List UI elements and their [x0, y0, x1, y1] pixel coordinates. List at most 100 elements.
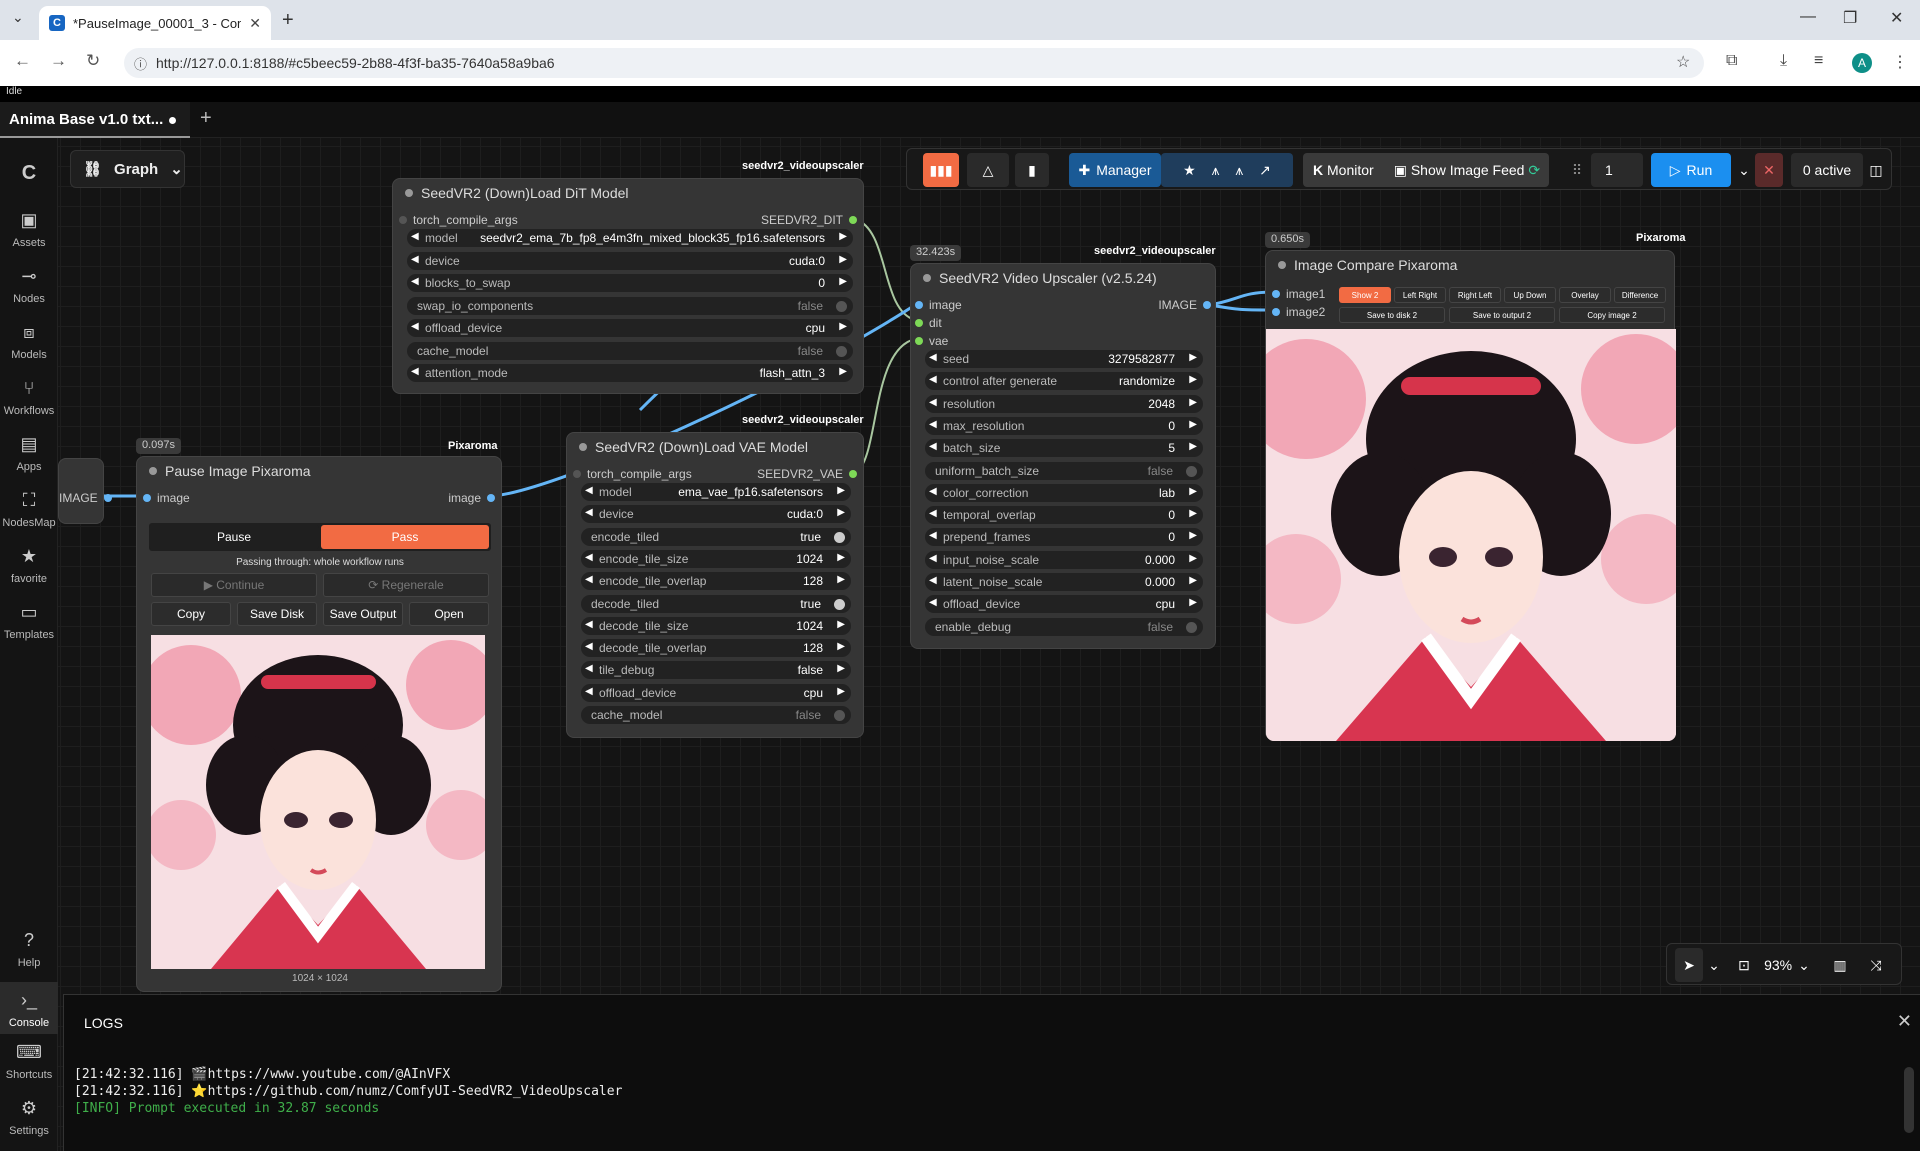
select-tool-icon[interactable]: ➤: [1675, 948, 1703, 982]
widget-cache-model[interactable]: cache_model false: [407, 341, 853, 360]
increment-icon[interactable]: ▶: [837, 663, 845, 674]
decrement-icon[interactable]: ◀: [585, 619, 593, 630]
decrement-icon[interactable]: ◀: [585, 507, 593, 518]
increment-icon[interactable]: ▶: [837, 619, 845, 630]
console-scrollbar[interactable]: [1904, 1067, 1914, 1133]
compare-input-image1[interactable]: image1: [1272, 287, 1325, 301]
increment-icon[interactable]: ▶: [1189, 374, 1197, 385]
compare-mode-difference[interactable]: Difference: [1614, 287, 1666, 303]
increment-icon[interactable]: ▶: [1189, 397, 1197, 408]
site-info-icon[interactable]: ⓘ: [134, 54, 147, 73]
compare-action-0[interactable]: Save to disk 2: [1339, 307, 1445, 323]
decrement-icon[interactable]: ◀: [411, 276, 419, 287]
toggle-knob-icon[interactable]: [834, 710, 845, 721]
widget-offload-device[interactable]: ◀ offload_device cpu ▶: [925, 595, 1203, 614]
comfy-logo-icon[interactable]: C: [0, 162, 58, 191]
drag-handle-icon[interactable]: ⠿: [1567, 153, 1587, 187]
widget-model[interactable]: ◀ model ema_vae_fp16.safetensors ▶: [581, 483, 851, 501]
monitor-button[interactable]: K Monitor: [1313, 162, 1374, 178]
widget-enable-debug[interactable]: enable_debug false: [925, 617, 1203, 636]
widget-latent-noise-scale[interactable]: ◀ latent_noise_scale 0.000 ▶: [925, 573, 1203, 591]
decrement-icon[interactable]: ◀: [411, 254, 419, 265]
widget-seed[interactable]: ◀ seed 3279582877 ▶: [925, 350, 1203, 368]
widget-device[interactable]: ◀ device cuda:0 ▶: [407, 251, 853, 270]
widget-cache-model[interactable]: cache_model false: [581, 706, 851, 724]
zoom-level-button[interactable]: 93% ⌄: [1761, 948, 1813, 982]
widget-control-after-generate[interactable]: ◀ control after generate randomize ▶: [925, 372, 1203, 391]
collapse-dot-icon[interactable]: [579, 443, 587, 451]
decrement-icon[interactable]: ◀: [929, 419, 937, 430]
sidebar-item-nodesmap[interactable]: ⛶ NodesMap: [0, 490, 58, 529]
reload-icon[interactable]: ↻: [86, 51, 100, 71]
increment-icon[interactable]: ▶: [837, 641, 845, 652]
increment-icon[interactable]: ▶: [837, 552, 845, 563]
cancel-button[interactable]: ✕: [1755, 153, 1783, 187]
decrement-icon[interactable]: ◀: [929, 441, 937, 452]
increment-icon[interactable]: ▶: [1189, 486, 1197, 497]
widget-encode-tile-size[interactable]: ◀ encode_tile_size 1024 ▶: [581, 549, 851, 568]
batch-count-input[interactable]: 1: [1591, 153, 1643, 187]
widget-blocks-to-swap[interactable]: ◀ blocks_to_swap 0 ▶: [407, 274, 853, 292]
extensions-icon[interactable]: ⧉: [1726, 52, 1737, 70]
decrement-icon[interactable]: ◀: [929, 397, 937, 408]
tool-options-icon[interactable]: ⌄: [1705, 948, 1723, 982]
sidebar-item-assets[interactable]: ▣ Assets: [0, 210, 58, 249]
increment-icon[interactable]: ▶: [837, 686, 845, 697]
sidebar-item-templates[interactable]: ▭ Templates: [0, 602, 58, 641]
pixaroma-icon[interactable]: ▮▮▮: [923, 153, 959, 187]
decrement-icon[interactable]: ◀: [929, 486, 937, 497]
increment-icon[interactable]: ▶: [1189, 597, 1197, 608]
decrement-icon[interactable]: ◀: [929, 508, 937, 519]
increment-icon[interactable]: ▶: [1189, 553, 1197, 564]
bookmark-icon[interactable]: ▮: [1015, 153, 1049, 187]
compare-action-1[interactable]: Save to output 2: [1449, 307, 1555, 323]
decrement-icon[interactable]: ◀: [585, 485, 593, 496]
decrement-icon[interactable]: ◀: [929, 553, 937, 564]
vae-loader-node[interactable]: SeedVR2 (Down)Load VAE Model torch_compi…: [566, 432, 864, 738]
run-options-icon[interactable]: ⌄: [1733, 153, 1755, 187]
compare-mode-right-left[interactable]: Right Left: [1449, 287, 1501, 303]
pause-image-node[interactable]: Pause Image Pixaroma image image Pause P…: [136, 456, 502, 992]
increment-icon[interactable]: ▶: [837, 485, 845, 496]
vae-output[interactable]: SEEDVR2_VAE: [757, 467, 857, 481]
back-icon[interactable]: ←: [14, 51, 31, 71]
collapse-dot-icon[interactable]: [923, 274, 931, 282]
decrement-icon[interactable]: ◀: [411, 231, 419, 242]
sidebar-item-models[interactable]: ⧈ Models: [0, 322, 58, 361]
reading-list-icon[interactable]: ≡: [1814, 52, 1823, 70]
sidebar-item-settings[interactable]: ⚙ Settings: [0, 1098, 58, 1137]
close-tab-icon[interactable]: ✕: [249, 15, 261, 32]
regenerate-button[interactable]: ⟳ Regenerale: [323, 573, 489, 597]
sidebar-item-help[interactable]: ? Help: [0, 930, 58, 969]
widget-tile-debug[interactable]: ◀ tile_debug false ▶: [581, 661, 851, 680]
tab-list-icon[interactable]: ⌄: [12, 9, 24, 26]
toggle-knob-icon[interactable]: [836, 345, 847, 357]
vae-input[interactable]: torch_compile_args: [573, 467, 692, 481]
toggle-knob-icon[interactable]: [836, 300, 847, 312]
dit-output[interactable]: SEEDVR2_DIT: [761, 213, 857, 227]
browser-tab[interactable]: C *PauseImage_00001_3 - Comfy ✕: [39, 6, 271, 40]
pass-button[interactable]: Pass: [321, 525, 489, 549]
widget-resolution[interactable]: ◀ resolution 2048 ▶: [925, 394, 1203, 413]
url-field[interactable]: ⓘ http://127.0.0.1:8188/#c5beec59-2b88-4…: [124, 48, 1704, 78]
new-tab-icon[interactable]: +: [282, 9, 294, 32]
widget-attention-mode[interactable]: ◀ attention_mode flash_attn_3 ▶: [407, 364, 853, 382]
increment-icon[interactable]: ▶: [1189, 419, 1197, 430]
links-toggle-icon[interactable]: ⤨: [1863, 948, 1889, 982]
increment-icon[interactable]: ▶: [1189, 441, 1197, 452]
save-disk-button[interactable]: Save Disk: [237, 602, 317, 626]
widget-encode-tiled[interactable]: encode_tiled true: [581, 527, 851, 546]
increment-icon[interactable]: ▶: [837, 574, 845, 585]
increment-icon[interactable]: ▶: [1189, 508, 1197, 519]
widget-swap-io-components[interactable]: swap_io_components false: [407, 296, 853, 315]
upscaler-node-header[interactable]: SeedVR2 Video Upscaler (v2.5.24): [911, 264, 1215, 292]
decrement-icon[interactable]: ◀: [585, 686, 593, 697]
pause-node-header[interactable]: Pause Image Pixaroma: [137, 457, 501, 485]
compare-input-image2[interactable]: image2: [1272, 305, 1325, 319]
widget-max-resolution[interactable]: ◀ max_resolution 0 ▶: [925, 416, 1203, 435]
widget-offload-device[interactable]: ◀ offload_device cpu ▶: [407, 319, 853, 337]
continue-button[interactable]: ▶ Continue: [151, 573, 317, 597]
vae-node-header[interactable]: SeedVR2 (Down)Load VAE Model: [567, 433, 863, 461]
triangle-logo-icon[interactable]: △: [967, 153, 1009, 187]
sidebar-item-apps[interactable]: ▤ Apps: [0, 434, 58, 473]
